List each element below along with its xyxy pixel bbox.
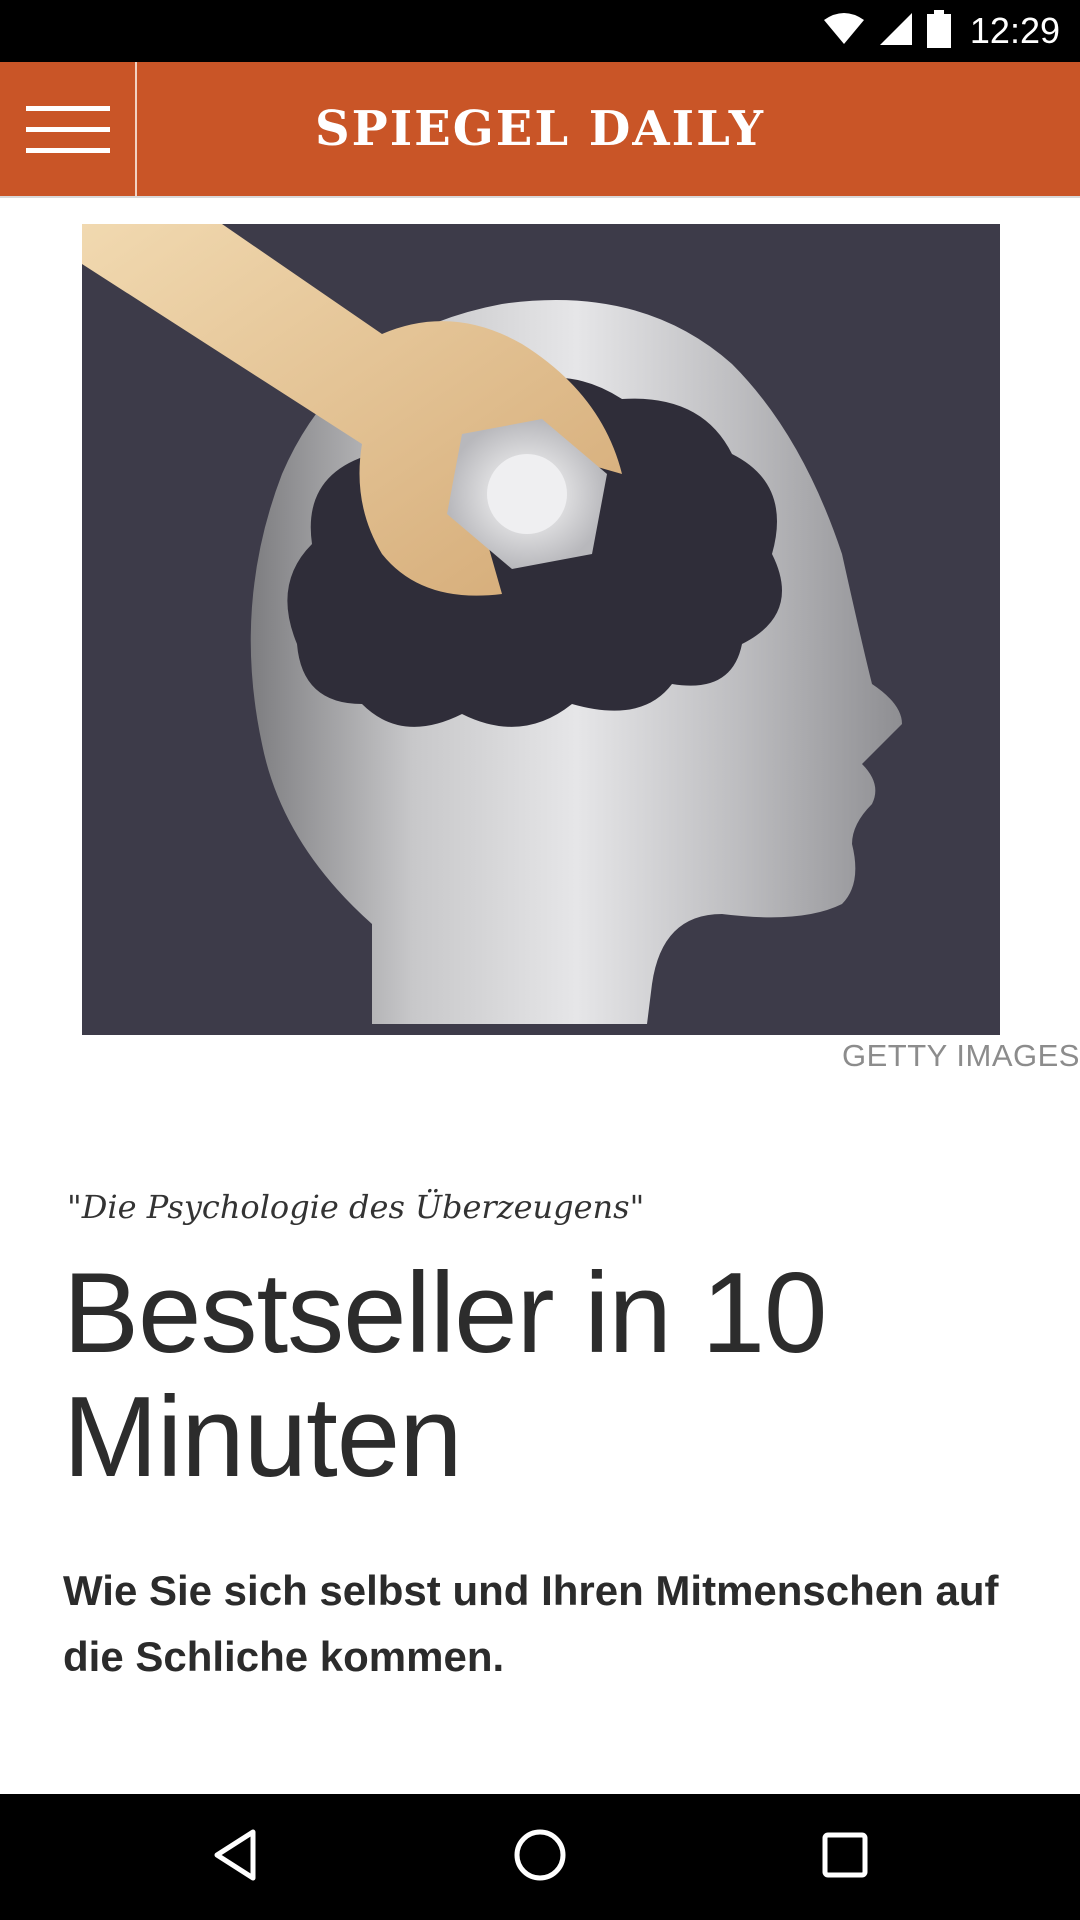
system-nav-bar bbox=[0, 1794, 1080, 1920]
status-bar: 12:29 bbox=[0, 0, 1080, 62]
article-headline[interactable]: Bestseller in 10 Minuten bbox=[63, 1252, 1003, 1500]
image-credit: GETTY IMAGES bbox=[842, 1038, 1080, 1073]
app-title: SPIEGEL DAILY bbox=[314, 101, 766, 157]
back-icon bbox=[211, 1828, 259, 1887]
signal-icon bbox=[878, 11, 914, 52]
recents-icon bbox=[821, 1831, 869, 1884]
hamburger-menu-icon bbox=[25, 105, 110, 153]
battery-icon bbox=[926, 9, 952, 53]
wifi-icon bbox=[822, 12, 866, 51]
article-kicker: "Die Psychologie des Überzeugens" bbox=[67, 1188, 645, 1226]
recents-button[interactable] bbox=[770, 1794, 920, 1920]
status-icons: 12:29 bbox=[822, 0, 1060, 62]
status-time: 12:29 bbox=[969, 10, 1060, 51]
app-header: SPIEGEL DAILY bbox=[0, 62, 1080, 198]
article-teaser: Wie Sie sich selbst und Ihren Mitmensche… bbox=[63, 1567, 999, 1680]
home-button[interactable] bbox=[465, 1794, 615, 1920]
home-icon bbox=[513, 1828, 567, 1887]
menu-button[interactable] bbox=[0, 62, 137, 196]
hero-image[interactable] bbox=[82, 224, 1000, 1035]
back-button[interactable] bbox=[160, 1794, 310, 1920]
head-wrench-illustration bbox=[82, 224, 1000, 1035]
